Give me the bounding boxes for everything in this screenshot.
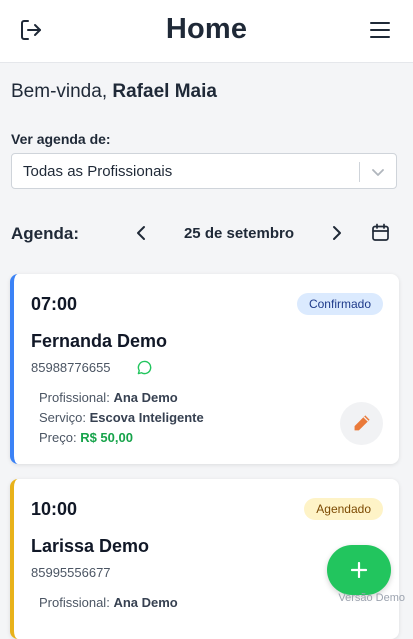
top-header: Home [0,0,413,63]
service-name: Escova Inteligente [89,410,204,425]
hamburger-menu-icon[interactable] [369,19,391,41]
professional-name: Ana Demo [113,390,178,405]
price-label: Preço: [39,430,77,445]
professional-info: Profissional: Ana Demo [39,390,178,405]
service-info: Serviço: Escova Inteligente [39,410,204,425]
page-title: Home [165,13,248,45]
client-phone: 85995556677 [31,565,111,580]
version-label: Versão Demo [338,592,405,604]
appointment-time: 07:00 [31,294,78,314]
whatsapp-icon[interactable] [137,360,152,375]
price-info: Preço: R$ 50,00 [39,430,133,445]
professional-select-value: Todas as Profissionais [23,163,173,180]
professional-info: Profissional: Ana Demo [39,595,178,610]
add-appointment-button[interactable] [327,545,391,595]
price-value: R$ 50,00 [80,430,133,445]
welcome-user-name: Rafael Maia [112,81,217,102]
appointment-card[interactable]: 07:00 Confirmado Fernanda Demo 859887766… [10,274,399,464]
welcome-greeting: Bem-vinda, [11,81,108,102]
next-day-icon[interactable] [329,224,345,242]
previous-day-icon[interactable] [133,224,149,242]
welcome-message: Bem-vinda, Rafael Maia [11,81,217,103]
status-badge: Confirmado [296,293,383,315]
agenda-date: 25 de setembro [183,225,295,242]
edit-appointment-button[interactable] [340,402,383,445]
calendar-icon[interactable] [371,223,390,242]
status-badge: Agendado [304,498,383,520]
client-name: Fernanda Demo [31,331,168,351]
chevron-down-icon [371,165,385,179]
client-phone: 85988776655 [31,360,111,375]
client-name: Larissa Demo [31,536,150,556]
service-label: Serviço: [39,410,86,425]
appointment-time: 10:00 [31,499,78,519]
professional-select[interactable]: Todas as Profissionais [11,153,397,189]
professional-name: Ana Demo [113,595,178,610]
plus-icon [351,562,367,578]
professional-label: Profissional: [39,390,110,405]
select-divider [359,162,360,182]
professional-label: Profissional: [39,595,110,610]
agenda-label: Agenda: [11,224,79,243]
pencil-icon [354,415,370,431]
agenda-filter-label: Ver agenda de: [11,131,111,147]
